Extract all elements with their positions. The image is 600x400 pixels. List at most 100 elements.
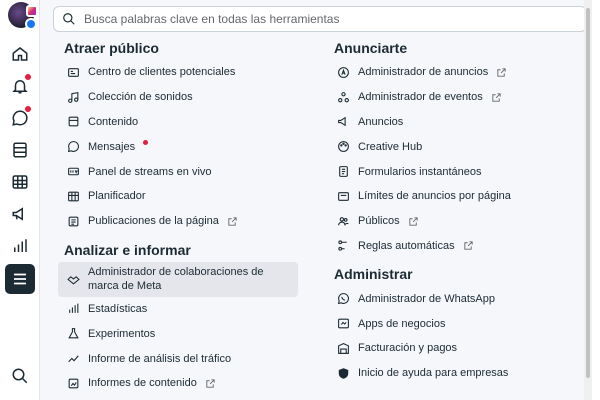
external-link-icon [205, 378, 216, 389]
tool-label: Administrador de colaboraciones de marca… [88, 266, 264, 293]
tool-item-anuncios[interactable]: Anuncios [328, 110, 578, 135]
tool-item-mensajes[interactable]: Mensajes [58, 134, 298, 159]
section-title-anunciarte: Anunciarte [334, 40, 408, 56]
tool-label: Administrador de anuncios [358, 66, 489, 79]
traffic-icon [66, 352, 80, 366]
tool-label: Formularios instantáneos [358, 165, 482, 178]
tool-label: Planificador [88, 190, 146, 203]
flask-icon [66, 327, 80, 341]
music-icon [66, 90, 80, 104]
tool-label: Inicio de ayuda para empresas [358, 367, 509, 380]
tool-item-facturacion[interactable]: Facturación y pagos [328, 336, 578, 361]
rules-icon [336, 239, 350, 253]
bell-icon[interactable] [10, 74, 31, 96]
page-posts-icon [66, 214, 80, 228]
external-link-icon [463, 240, 474, 251]
tool-label: Reglas automáticas [358, 239, 455, 252]
handshake-icon [66, 272, 80, 286]
tool-item-experimentos[interactable]: Experimentos [58, 321, 298, 346]
panel-scrollbar[interactable] [584, 0, 592, 400]
tool-item-colaboraciones-marca[interactable]: Administrador de colaboraciones de marca… [58, 261, 298, 297]
tool-label: Apps de negocios [358, 317, 446, 330]
tool-label: Experimentos [88, 327, 156, 340]
tool-label: Publicaciones de la página [88, 215, 219, 228]
bars-chart-icon[interactable] [10, 236, 30, 256]
section-title-administrar: Administrar [334, 266, 413, 283]
tool-item-ayuda-empresas[interactable]: Inicio de ayuda para empresas [328, 361, 578, 386]
whatsapp-icon [336, 292, 350, 306]
tool-item-limites-anuncios[interactable]: Límites de anuncios por página [328, 184, 578, 209]
table-icon[interactable] [10, 172, 30, 192]
chat-icon[interactable] [10, 106, 31, 128]
tool-label: Mensajes [88, 140, 136, 153]
instagram-badge-icon [26, 5, 38, 17]
tool-item-whatsapp[interactable]: Administrador de WhatsApp [328, 286, 578, 311]
tool-label: Colección de sonidos [88, 91, 193, 104]
form-icon [336, 165, 350, 179]
menu-icon[interactable] [5, 264, 35, 294]
home-icon[interactable] [10, 44, 30, 64]
apps-icon [336, 317, 350, 331]
megaphone-icon [336, 115, 350, 129]
report-icon [66, 376, 80, 390]
tool-item-creative-hub[interactable]: Creative Hub [328, 134, 578, 159]
leads-icon [66, 65, 80, 79]
external-link-icon [491, 92, 502, 103]
tool-item-publicos[interactable]: Públicos [328, 209, 578, 234]
tool-label: Estadísticas [88, 302, 148, 315]
tool-item-coleccion-sonidos[interactable]: Colección de sonidos [58, 85, 298, 110]
live-icon [66, 165, 80, 179]
limit-icon [336, 189, 350, 203]
account-avatar[interactable] [8, 2, 38, 30]
pages-icon[interactable] [10, 140, 30, 160]
tool-label: Creative Hub [358, 140, 423, 153]
tool-item-estadisticas[interactable]: Estadísticas [58, 297, 298, 322]
tool-label: Administrador de eventos [358, 91, 483, 104]
events-icon [336, 90, 350, 104]
calendar-icon [66, 189, 80, 203]
external-link-icon [408, 216, 419, 227]
help-shield-icon [336, 366, 350, 380]
external-link-icon [496, 67, 507, 78]
all-tools-panel: Atraer público Centro de clientes potenc… [40, 0, 592, 400]
tool-item-reglas-automaticas[interactable]: Reglas automáticas [328, 234, 578, 259]
search-icon[interactable] [10, 366, 30, 386]
tool-item-admin-eventos[interactable]: Administrador de eventos [328, 85, 578, 110]
ads-manager-icon [336, 65, 350, 79]
left-rail [0, 0, 40, 400]
message-icon [66, 140, 80, 154]
facebook-badge-icon [25, 18, 37, 30]
external-link-icon [227, 216, 238, 227]
tool-item-panel-streams[interactable]: Panel de streams en vivo [58, 159, 298, 184]
tool-label: Contenido [88, 115, 139, 128]
tool-label: Límites de anuncios por página [358, 190, 511, 203]
tool-item-apps-negocios[interactable]: Apps de negocios [328, 311, 578, 336]
tool-item-planificador[interactable]: Planificador [58, 184, 298, 209]
new-indicator-dot [143, 140, 149, 146]
tool-item-admin-anuncios[interactable]: Administrador de anuncios [328, 60, 578, 85]
message-dot [25, 106, 31, 112]
tool-item-formularios[interactable]: Formularios instantáneos [328, 159, 578, 184]
stats-icon [66, 302, 80, 316]
search-icon [63, 13, 75, 25]
tool-label: Centro de clientes potenciales [88, 66, 236, 79]
scrollbar-thumb[interactable] [586, 8, 590, 378]
section-title-analizar: Analizar e informar [64, 241, 191, 258]
section-title-atraer: Atraer público [64, 40, 159, 56]
tool-label: Facturación y pagos [358, 342, 458, 355]
tool-label: Públicos [358, 215, 400, 228]
tools-search-bar[interactable] [53, 6, 587, 32]
megaphone-icon[interactable] [10, 204, 30, 224]
audience-icon [336, 214, 350, 228]
tool-item-informes-contenido[interactable]: Informes de contenido [58, 371, 298, 396]
content-icon [66, 115, 80, 129]
tool-label: Panel de streams en vivo [88, 165, 212, 178]
tool-item-contenido[interactable]: Contenido [58, 110, 298, 135]
tool-item-analisis-trafico[interactable]: Informe de análisis del tráfico [58, 346, 298, 371]
search-input[interactable] [84, 12, 586, 26]
notification-dot [25, 74, 31, 80]
tool-label: Anuncios [358, 115, 404, 128]
tool-label: Administrador de WhatsApp [358, 292, 495, 305]
tool-item-centro-clientes[interactable]: Centro de clientes potenciales [58, 60, 298, 85]
tool-item-publicaciones-pagina[interactable]: Publicaciones de la página [58, 209, 298, 234]
